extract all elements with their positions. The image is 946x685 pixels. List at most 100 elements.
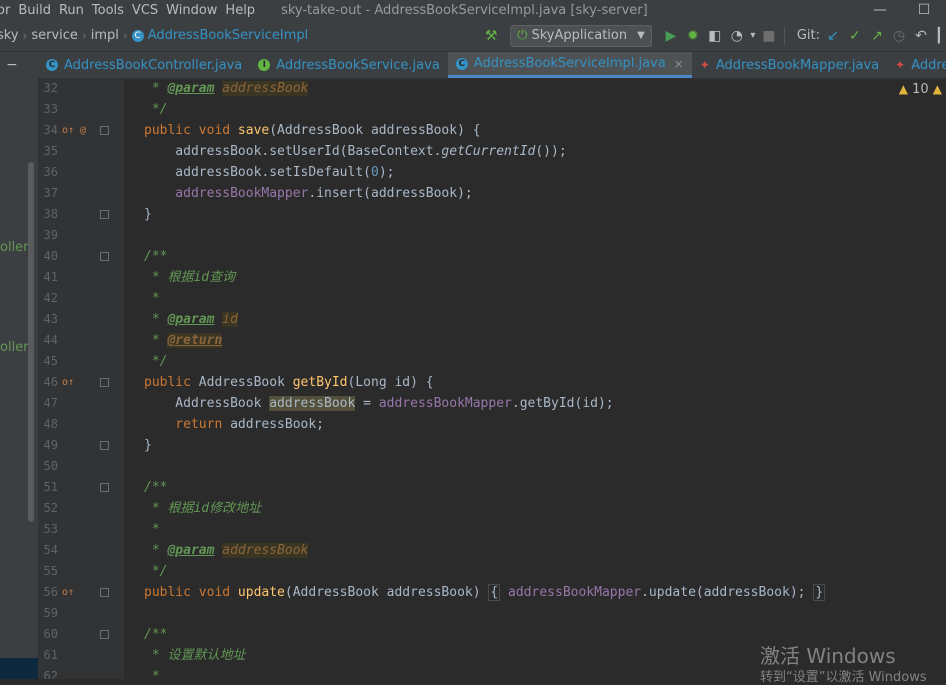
menu-run[interactable]: Run: [59, 3, 84, 18]
code-line: 40 /**: [0, 246, 946, 267]
code-text: * @return: [144, 333, 223, 348]
code-text: *: [144, 669, 160, 679]
code-line: 35 addressBook.setUserId(BaseContext.get…: [0, 141, 946, 162]
code-text: }: [144, 438, 152, 453]
breadcrumb-impl[interactable]: impl: [91, 28, 119, 43]
code-line: 52 * 根据id修改地址: [0, 498, 946, 519]
interface-icon: I: [258, 59, 271, 71]
code-text: * @param addressBook: [144, 543, 309, 558]
history-icon[interactable]: ◷: [888, 28, 910, 44]
toolbar-separator: [783, 26, 785, 45]
fold-icon[interactable]: [100, 126, 109, 135]
code-line: 46 o↑ public AddressBook getById(Long id…: [0, 372, 946, 393]
line-number: 53: [43, 522, 58, 536]
more-icon[interactable]: ┃: [932, 28, 946, 44]
tab-addressbookmapper[interactable]: ✦ AddressBookMapper.java: [692, 52, 887, 78]
minimize-button[interactable]: —: [858, 2, 902, 18]
code-text: public void save(AddressBook addressBook…: [144, 123, 481, 138]
coverage-icon[interactable]: ◧: [704, 28, 726, 44]
breadcrumb-service[interactable]: service: [31, 28, 78, 43]
line-number: 47: [43, 396, 58, 410]
fold-icon[interactable]: [100, 210, 109, 219]
git-update-icon[interactable]: ↙: [822, 28, 844, 44]
minus-icon[interactable]: −: [6, 57, 18, 73]
debug-icon[interactable]: ✹: [682, 28, 704, 44]
menu-tools[interactable]: Tools: [92, 3, 124, 18]
menu-window[interactable]: Window: [166, 3, 217, 18]
tab-label: AddressBookServiceImpl.java: [473, 56, 666, 71]
maximize-button[interactable]: ☐: [902, 2, 946, 18]
code-line: 34 o↑ @ public void save(AddressBook add…: [0, 120, 946, 141]
tab-label: Address: [911, 57, 946, 73]
menu-editor[interactable]: or: [0, 3, 10, 18]
code-line: 39: [0, 225, 946, 246]
line-number: 48: [43, 417, 58, 431]
code-text: addressBook.setUserId(BaseContext.getCur…: [144, 144, 567, 159]
window-title: sky-take-out - AddressBookServiceImpl.ja…: [281, 2, 648, 18]
code-text: */: [144, 564, 168, 579]
activation-watermark-title: 激活 Windows: [760, 644, 896, 668]
mybatis-icon: ✦: [895, 58, 906, 72]
run-configuration-select[interactable]: ⏻ SkyApplication ▼: [510, 24, 652, 47]
stop-icon[interactable]: ■: [758, 28, 780, 44]
close-icon[interactable]: ×: [674, 57, 684, 71]
line-number: 56: [43, 585, 58, 599]
breadcrumb-class[interactable]: AddressBookServiceImpl: [148, 28, 309, 43]
tab-addressbookserviceimpl[interactable]: C AddressBookServiceImpl.java ×: [447, 52, 692, 78]
line-number: 32: [43, 81, 58, 95]
rollback-icon[interactable]: ↶: [910, 28, 932, 44]
line-number: 39: [43, 228, 58, 242]
line-number: 46: [43, 375, 58, 389]
build-hammer-icon[interactable]: ⚒: [480, 28, 502, 44]
fold-icon[interactable]: [100, 588, 109, 597]
line-number: 61: [43, 648, 58, 662]
implements-method-icon[interactable]: o↑ @: [62, 120, 86, 141]
code-line: 42 *: [0, 288, 946, 309]
line-number: 55: [43, 564, 58, 578]
implements-method-icon[interactable]: o↑: [62, 372, 74, 393]
fold-icon[interactable]: [100, 378, 109, 387]
line-number: 35: [43, 144, 58, 158]
git-push-icon[interactable]: ↗: [866, 28, 888, 44]
fold-icon[interactable]: [100, 630, 109, 639]
line-number: 43: [43, 312, 58, 326]
chevron-right-icon: ›: [22, 28, 28, 43]
more-run-options-icon[interactable]: ▾: [748, 30, 758, 41]
menu-help[interactable]: Help: [225, 3, 255, 18]
git-commit-icon[interactable]: ✓: [844, 28, 866, 44]
run-icon[interactable]: ▶: [660, 28, 682, 44]
fold-icon[interactable]: [100, 441, 109, 450]
menu-vcs[interactable]: VCS: [132, 3, 158, 18]
code-text: * 设置默认地址: [144, 648, 246, 663]
line-number: 51: [43, 480, 58, 494]
code-line: 51 /**: [0, 477, 946, 498]
code-line: 56 o↑ public void update(AddressBook add…: [0, 582, 946, 603]
breadcrumb-sky[interactable]: sky: [0, 28, 19, 43]
fold-icon[interactable]: [100, 252, 109, 261]
code-text: *: [144, 522, 160, 537]
code-line: 32 * @param addressBook: [0, 78, 946, 99]
class-icon: C: [131, 29, 144, 42]
code-text: */: [144, 354, 168, 369]
code-line: 38 }: [0, 204, 946, 225]
implements-method-icon[interactable]: o↑: [62, 582, 74, 603]
navigation-bar: sky › service › impl › C AddressBookServ…: [0, 20, 946, 52]
code-text: */: [144, 102, 168, 117]
line-number: 60: [43, 627, 58, 641]
chevron-right-icon: ›: [81, 28, 87, 43]
code-text: /**: [144, 480, 168, 495]
tab-addressbookservice[interactable]: I AddressBookService.java: [250, 52, 448, 78]
profiler-icon[interactable]: ◔: [726, 28, 748, 44]
line-number: 37: [43, 186, 58, 200]
tab-addressbook-xml[interactable]: ✦ Address: [887, 52, 946, 78]
code-text: public void update(AddressBook addressBo…: [144, 584, 826, 601]
code-line: 48 return addressBook;: [0, 414, 946, 435]
code-text: /**: [144, 627, 168, 642]
code-text: * @param id: [144, 312, 238, 327]
code-line: 49 }: [0, 435, 946, 456]
code-line: 55 */: [0, 561, 946, 582]
fold-icon[interactable]: [100, 483, 109, 492]
line-number: 34: [43, 123, 58, 137]
menu-build[interactable]: Build: [18, 3, 51, 18]
tab-addressbookcontroller[interactable]: C AddressBookController.java: [38, 52, 250, 78]
